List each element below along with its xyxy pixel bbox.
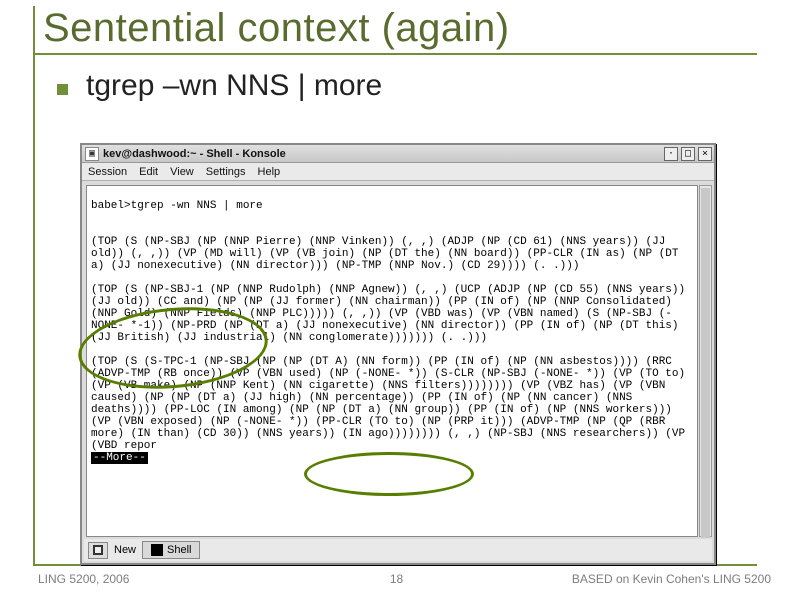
terminal-prompt-line: babel>tgrep -wn NNS | more	[91, 200, 263, 212]
window-titlebar: ▣ kev@dashwood:~ - Shell - Konsole · □ ×	[82, 145, 714, 163]
terminal-block-1: (TOP (S (NP-SBJ-1 (NP (NNP Rudolph) (NNP…	[91, 284, 692, 344]
menu-help[interactable]: Help	[258, 166, 281, 178]
tab-shell-label: Shell	[167, 544, 191, 556]
terminal-output[interactable]: babel>tgrep -wn NNS | more (TOP (S (NP-S…	[86, 185, 698, 537]
more-prompt[interactable]: --More--	[91, 452, 148, 464]
menu-view[interactable]: View	[170, 166, 194, 178]
new-tab-button[interactable]	[88, 542, 108, 559]
shell-icon	[151, 544, 163, 556]
window-title: kev@dashwood:~ - Shell - Konsole	[103, 148, 286, 160]
minimize-button[interactable]: ·	[664, 147, 678, 161]
new-tab-label: New	[114, 544, 136, 556]
new-tab-icon	[92, 544, 104, 556]
menu-session[interactable]: Session	[88, 166, 127, 178]
maximize-button[interactable]: □	[681, 147, 695, 161]
konsole-tabbar: New Shell	[84, 539, 712, 561]
bullet-text: tgrep –wn NNS | more	[86, 69, 382, 103]
menu-settings[interactable]: Settings	[206, 166, 246, 178]
scrollbar-thumb[interactable]	[701, 188, 710, 538]
menu-edit[interactable]: Edit	[139, 166, 158, 178]
window-menubar: Session Edit View Settings Help	[82, 163, 714, 181]
terminal-block-0: (TOP (S (NP-SBJ (NP (NNP Pierre) (NNP Vi…	[91, 236, 685, 272]
close-button[interactable]: ×	[698, 147, 712, 161]
window-system-icon[interactable]: ▣	[85, 147, 99, 161]
slide-title: Sentential context (again)	[35, 6, 757, 55]
bullet-icon	[57, 84, 68, 95]
terminal-block-2: (TOP (S (S-TPC-1 (NP-SBJ (NP (NP (DT A) …	[91, 356, 692, 452]
tab-shell[interactable]: Shell	[142, 541, 200, 559]
konsole-window: ▣ kev@dashwood:~ - Shell - Konsole · □ ×…	[80, 143, 716, 565]
terminal-scrollbar[interactable]	[699, 185, 712, 537]
footer-right: BASED on Kevin Cohen's LING 5200	[572, 572, 771, 586]
